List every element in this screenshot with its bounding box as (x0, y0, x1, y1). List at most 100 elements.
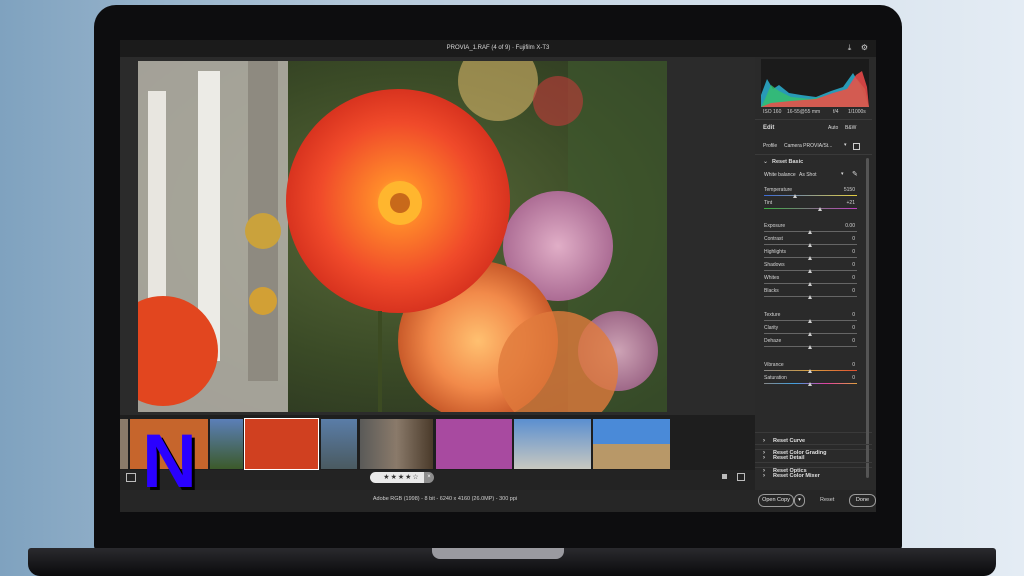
histogram (761, 59, 869, 107)
camera-raw-window: PROVIA_1.RAF (4 of 9) · Fujifilm X-T3 ⤓ … (120, 40, 876, 512)
white-balance-row: White balance As Shot ▾ ✎ (755, 169, 872, 181)
chevron-down-icon[interactable]: ▾ (841, 171, 844, 177)
contrast-label: Contrast (764, 236, 783, 242)
white-balance-dropdown[interactable]: As Shot (799, 172, 817, 178)
edit-label: Edit (763, 125, 775, 131)
texture-label: Texture (764, 312, 781, 318)
reset-button[interactable]: Reset (820, 497, 834, 503)
filmstrip-thumbnail[interactable] (514, 419, 591, 469)
color-grading-section-header[interactable]: › Reset Color Grading (755, 444, 872, 462)
open-copy-button[interactable]: Open Copy (758, 494, 794, 507)
image-viewer (120, 57, 755, 452)
tint-slider-handle[interactable] (818, 207, 822, 211)
chevron-down-icon: ⌄ (763, 159, 769, 165)
whites-slider-handle[interactable] (808, 282, 812, 286)
bw-button[interactable]: B&W (845, 125, 856, 131)
dahlia-photo (138, 61, 667, 412)
shadows-slider-handle[interactable] (808, 269, 812, 273)
collapsed-sections: › Reset Color Grading › Reset Optics (755, 444, 872, 494)
clarity-value[interactable]: 0 (837, 325, 855, 331)
whites-value[interactable]: 0 (837, 275, 855, 281)
saturation-value[interactable]: 0 (837, 375, 855, 381)
exposure-slider-handle[interactable] (808, 230, 812, 234)
exposure-label: Exposure (764, 223, 786, 229)
contrast-slider-handle[interactable] (808, 243, 812, 247)
dehaze-slider-handle[interactable] (808, 345, 812, 349)
texture-value[interactable]: 0 (837, 312, 855, 318)
temperature-slider-handle[interactable] (793, 194, 797, 198)
filmstrip-thumbnail[interactable] (210, 419, 243, 469)
basic-section-header[interactable]: ⌄ Reset Basic (755, 154, 872, 169)
filmstrip-toggle-icon[interactable] (126, 473, 136, 482)
shutter-label: 1/1000s (848, 109, 866, 115)
dehaze-value[interactable]: 0 (837, 338, 855, 344)
shadows-value[interactable]: 0 (837, 262, 855, 268)
saturation-label: Saturation (764, 375, 787, 381)
filmstrip-thumbnail[interactable] (436, 419, 512, 469)
filmstrip-thumbnail[interactable] (321, 419, 357, 469)
temperature-slider[interactable] (764, 195, 857, 196)
highlights-value[interactable]: 0 (837, 249, 855, 255)
image-info-link[interactable]: Adobe RGB (1998) - 8 bit - 6240 x 4160 (… (310, 496, 580, 502)
basic-section-title: Reset Basic (772, 159, 804, 165)
panel-scrollbar[interactable] (866, 158, 869, 478)
filmstrip-thumbnail[interactable] (120, 419, 128, 469)
auto-button[interactable]: Auto (828, 125, 838, 131)
laptop-notch (432, 548, 564, 559)
gear-icon[interactable]: ⚙ (860, 43, 869, 53)
chevron-right-icon: › (763, 450, 765, 456)
vibrance-slider-handle[interactable] (808, 369, 812, 373)
edit-panel: ISO 160 16-55@55 mm f/4 1/1000s Edit Aut… (755, 57, 876, 490)
edit-header: Edit Auto B&W (755, 119, 872, 136)
clarity-label: Clarity (764, 325, 779, 331)
saturation-slider-handle[interactable] (808, 382, 812, 386)
chevron-down-icon[interactable]: ▾ (844, 142, 847, 148)
lens-label: 16-55@55 mm (787, 109, 821, 115)
title-bar: PROVIA_1.RAF (4 of 9) · Fujifilm X-T3 ⤓ … (120, 40, 876, 57)
temperature-label: Temperature (764, 187, 793, 193)
filmstrip (120, 415, 755, 470)
chevron-right-icon: › (763, 468, 765, 474)
clear-rating-button[interactable]: × (424, 472, 434, 483)
tint-value[interactable]: +21 (837, 200, 855, 206)
filmstrip-thumbnail[interactable] (360, 419, 433, 469)
profile-dropdown[interactable]: Camera PROVIA/St... (784, 143, 844, 149)
tint-label: Tint (764, 200, 773, 206)
dehaze-label: Dehaze (764, 338, 782, 344)
filmstrip-thumbnail-selected[interactable] (244, 418, 319, 470)
download-icon[interactable]: ⤓ (845, 43, 854, 53)
profile-browser-icon[interactable] (853, 143, 860, 150)
contrast-value[interactable]: 0 (837, 236, 855, 242)
texture-slider-handle[interactable] (808, 319, 812, 323)
blacks-slider-handle[interactable] (808, 295, 812, 299)
done-button[interactable]: Done (849, 494, 876, 507)
section-title: Reset Color Grading (773, 450, 827, 456)
clarity-slider-handle[interactable] (808, 332, 812, 336)
eyedropper-icon[interactable]: ✎ (852, 170, 858, 178)
optics-section-header[interactable]: › Reset Optics (755, 462, 872, 480)
highlights-slider-handle[interactable] (808, 256, 812, 260)
iso-label: ISO 160 (763, 109, 782, 115)
sidebar-toggle-icon[interactable] (737, 473, 745, 481)
aperture-label: f/4 (833, 109, 839, 115)
open-options-button[interactable]: ▾ (794, 494, 805, 507)
compare-view-icon[interactable] (722, 474, 727, 479)
overlay-letter: N (142, 419, 197, 504)
whites-label: Whites (764, 275, 780, 281)
white-balance-label: White balance (764, 172, 796, 178)
exposure-value[interactable]: 0.00 (837, 223, 855, 229)
blacks-label: Blacks (764, 288, 779, 294)
profile-row: Profile Camera PROVIA/St... ▾ (755, 140, 872, 152)
highlights-label: Highlights (764, 249, 786, 255)
vibrance-label: Vibrance (764, 362, 784, 368)
vibrance-value[interactable]: 0 (837, 362, 855, 368)
window-title: PROVIA_1.RAF (4 of 9) · Fujifilm X-T3 (446, 45, 550, 51)
tint-slider[interactable] (764, 208, 857, 209)
section-title: Reset Optics (773, 468, 807, 474)
profile-label: Profile (763, 143, 778, 149)
blacks-value[interactable]: 0 (837, 288, 855, 294)
temperature-value[interactable]: 5150 (837, 187, 855, 193)
overlay-logo: N (142, 419, 206, 504)
filmstrip-thumbnail[interactable] (593, 419, 670, 469)
main-photo[interactable] (138, 61, 667, 412)
